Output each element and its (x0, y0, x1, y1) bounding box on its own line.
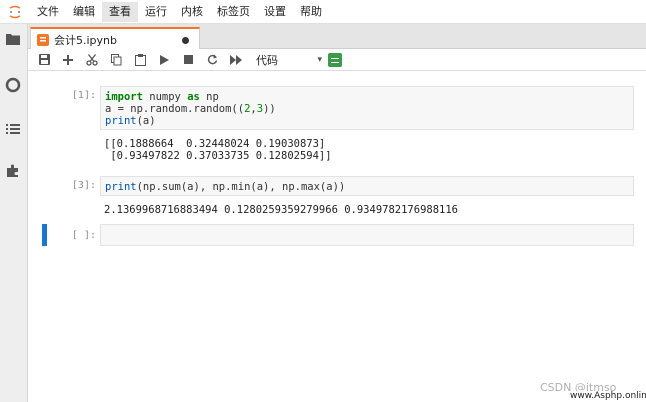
output-line: [[0.1888664 0.32448024 0.19030873] (104, 138, 326, 150)
unsaved-indicator-icon[interactable] (182, 37, 189, 44)
property-inspector-icon[interactable] (328, 52, 342, 67)
output-line: [0.93497822 0.37033735 0.12802594]] (104, 150, 332, 162)
folder-icon[interactable] (4, 30, 22, 48)
copy-icon[interactable] (104, 50, 128, 70)
cell-3-input[interactable] (100, 224, 634, 246)
code-number: 2 (244, 103, 251, 115)
add-icon[interactable] (56, 50, 80, 70)
notebook-toolbar: 代码 ▾ (28, 49, 646, 71)
jupyter-logo-icon[interactable] (0, 0, 30, 24)
code-function: print (105, 115, 137, 127)
cell-2-output: 2.1369968716883494 0.1280259359279966 0.… (104, 204, 459, 216)
notebook-icon (37, 33, 49, 46)
main-area: 会计5.ipynb 代码 ▾ [1]: import numpy as np a… (28, 24, 646, 402)
menu-bar: 文件 编辑 查看 运行 内核 标签页 设置 帮助 (0, 0, 646, 24)
extension-icon[interactable] (4, 162, 22, 180)
menu-edit[interactable]: 编辑 (66, 2, 102, 22)
watermark-site: www.Asphp.online (568, 391, 646, 401)
left-sidebar (0, 24, 28, 402)
code-keyword: as (187, 91, 200, 103)
run-icon[interactable] (152, 50, 176, 70)
notebook-tab[interactable]: 会计5.ipynb (30, 27, 200, 50)
cell-2-input[interactable]: print(np.sum(a), np.min(a), np.max(a)) (100, 176, 634, 196)
table-of-contents-icon[interactable] (4, 120, 22, 138)
tab-bar: 会计5.ipynb (28, 24, 646, 50)
menu-run[interactable]: 运行 (138, 2, 174, 22)
tab-title: 会计5.ipynb (54, 33, 117, 47)
cell-1-output: [[0.1888664 0.32448024 0.19030873] [0.93… (104, 138, 332, 162)
cell-1-prompt: [1]: (71, 90, 96, 101)
cut-icon[interactable] (80, 50, 104, 70)
menu-tabs[interactable]: 标签页 (210, 2, 257, 22)
restart-icon[interactable] (200, 50, 224, 70)
save-icon[interactable] (32, 50, 56, 70)
code-keyword: import (105, 91, 143, 103)
cell-2-prompt: [3]: (71, 180, 96, 191)
menu-kernel[interactable]: 内核 (174, 2, 210, 22)
paste-icon[interactable] (128, 50, 152, 70)
menu-settings[interactable]: 设置 (257, 2, 293, 22)
menu-view[interactable]: 查看 (102, 1, 138, 22)
menu-help[interactable]: 帮助 (293, 2, 329, 22)
cell-type-value: 代码 (256, 53, 278, 67)
code-number: 3 (256, 103, 264, 115)
code-function: print (105, 181, 137, 193)
running-icon[interactable] (4, 76, 22, 94)
notebook-panel: [1]: import numpy as np a = np.random.ra… (28, 72, 646, 402)
chevron-down-icon: ▾ (317, 54, 322, 65)
fast-forward-icon[interactable] (224, 50, 248, 70)
cell-3-prompt: [ ]: (71, 230, 96, 241)
stop-icon[interactable] (176, 50, 200, 70)
cell-1-input[interactable]: import numpy as np a = np.random.random(… (100, 86, 634, 130)
cell-type-select[interactable]: 代码 ▾ (256, 52, 322, 68)
menu-file[interactable]: 文件 (30, 2, 66, 22)
